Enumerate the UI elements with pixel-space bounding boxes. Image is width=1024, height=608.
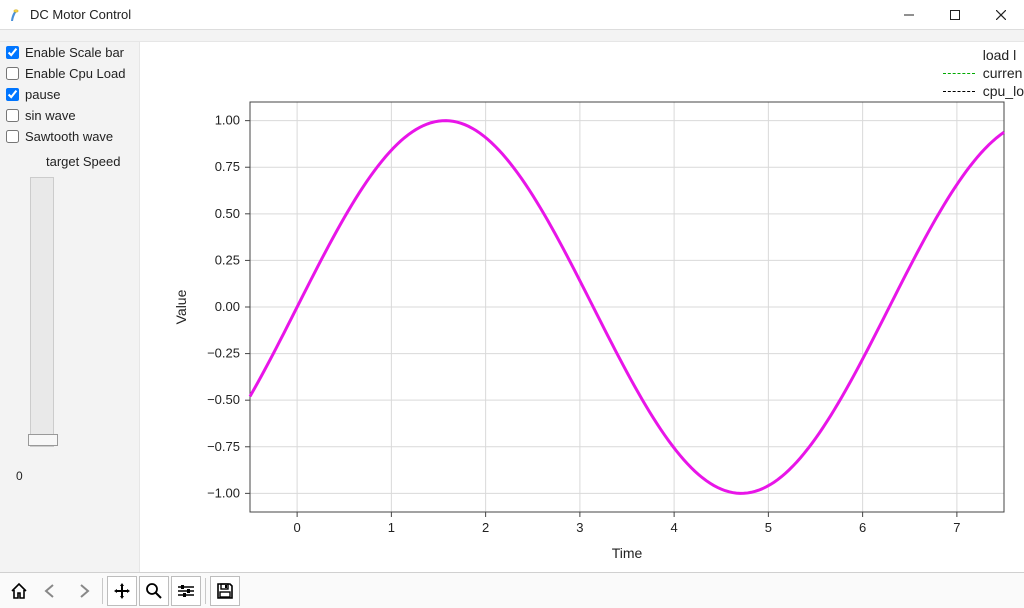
maximize-icon	[950, 10, 960, 20]
legend: load l curren cpu_lo	[943, 46, 1024, 100]
home-button[interactable]	[4, 576, 34, 606]
legend-text: curren	[983, 64, 1023, 82]
svg-text:Time: Time	[612, 545, 643, 561]
checkbox-label: pause	[25, 87, 60, 102]
window-title: DC Motor Control	[30, 7, 131, 22]
maximize-button[interactable]	[932, 0, 978, 30]
subplots-icon	[176, 581, 196, 601]
home-icon	[9, 581, 29, 601]
chart[interactable]: 0 1 2 3 4 5 6 7 −1.00 −0.75 −0.50 −0.25 0.00 0.25 0.50…	[140, 42, 1024, 572]
save-button[interactable]	[210, 576, 240, 606]
forward-icon	[73, 581, 93, 601]
checkbox-input[interactable]	[6, 46, 19, 59]
legend-item: load l	[943, 46, 1024, 64]
separator	[102, 578, 103, 604]
svg-text:−0.75: −0.75	[207, 439, 240, 454]
subplots-button[interactable]	[171, 576, 201, 606]
svg-text:2: 2	[482, 520, 489, 535]
checkbox-sin-wave[interactable]: sin wave	[0, 105, 139, 126]
checkbox-sawtooth-wave[interactable]: Sawtooth wave	[0, 126, 139, 147]
pan-button[interactable]	[107, 576, 137, 606]
checkbox-input[interactable]	[6, 88, 19, 101]
svg-text:0.00: 0.00	[215, 299, 240, 314]
checkbox-enable-cpu-load[interactable]: Enable Cpu Load	[0, 63, 139, 84]
nav-toolbar	[0, 572, 1024, 608]
slider-value: 0	[16, 469, 23, 483]
target-speed-slider[interactable]	[30, 177, 54, 447]
checkbox-label: Enable Cpu Load	[25, 66, 125, 81]
menu-ribbon	[0, 30, 1024, 42]
app-icon	[8, 7, 24, 23]
checkbox-input[interactable]	[6, 67, 19, 80]
back-icon	[41, 581, 61, 601]
plot-area: load l curren cpu_lo 0 1 2 3 4 5 6 7 −1.00 −0.75 −…	[140, 42, 1024, 572]
svg-text:4: 4	[671, 520, 678, 535]
svg-text:7: 7	[953, 520, 960, 535]
legend-text: load l	[983, 46, 1016, 64]
svg-text:0.50: 0.50	[215, 206, 240, 221]
slider-thumb[interactable]	[28, 434, 58, 446]
pan-icon	[112, 581, 132, 601]
checkbox-enable-scale-bar[interactable]: Enable Scale bar	[0, 42, 139, 63]
minimize-button[interactable]	[886, 0, 932, 30]
svg-text:Value: Value	[173, 289, 189, 324]
checkbox-label: Sawtooth wave	[25, 129, 113, 144]
svg-text:1.00: 1.00	[215, 113, 240, 128]
slider-label: target Speed	[12, 151, 139, 171]
legend-swatch-icon	[943, 91, 975, 92]
svg-text:1: 1	[388, 520, 395, 535]
svg-text:−1.00: −1.00	[207, 485, 240, 500]
close-button[interactable]	[978, 0, 1024, 30]
save-icon	[215, 581, 235, 601]
svg-text:3: 3	[576, 520, 583, 535]
checkbox-input[interactable]	[6, 109, 19, 122]
sidebar: Enable Scale bar Enable Cpu Load pause sin …	[0, 42, 140, 572]
checkbox-label: Enable Scale bar	[25, 45, 124, 60]
back-button[interactable]	[36, 576, 66, 606]
checkbox-input[interactable]	[6, 130, 19, 143]
legend-text: cpu_lo	[983, 82, 1024, 100]
legend-item: cpu_lo	[943, 82, 1024, 100]
title-bar: DC Motor Control	[0, 0, 1024, 30]
svg-text:6: 6	[859, 520, 866, 535]
checkbox-label: sin wave	[25, 108, 76, 123]
forward-button[interactable]	[68, 576, 98, 606]
minimize-icon	[904, 10, 914, 20]
zoom-icon	[144, 581, 164, 601]
svg-text:−0.25: −0.25	[207, 346, 240, 361]
checkbox-pause[interactable]: pause	[0, 84, 139, 105]
svg-text:0.75: 0.75	[215, 159, 240, 174]
svg-text:5: 5	[765, 520, 772, 535]
svg-text:0: 0	[294, 520, 301, 535]
svg-text:−0.50: −0.50	[207, 392, 240, 407]
legend-item: curren	[943, 64, 1024, 82]
separator	[205, 578, 206, 604]
zoom-button[interactable]	[139, 576, 169, 606]
close-icon	[996, 10, 1006, 20]
legend-swatch-icon	[943, 73, 975, 74]
svg-text:0.25: 0.25	[215, 252, 240, 267]
